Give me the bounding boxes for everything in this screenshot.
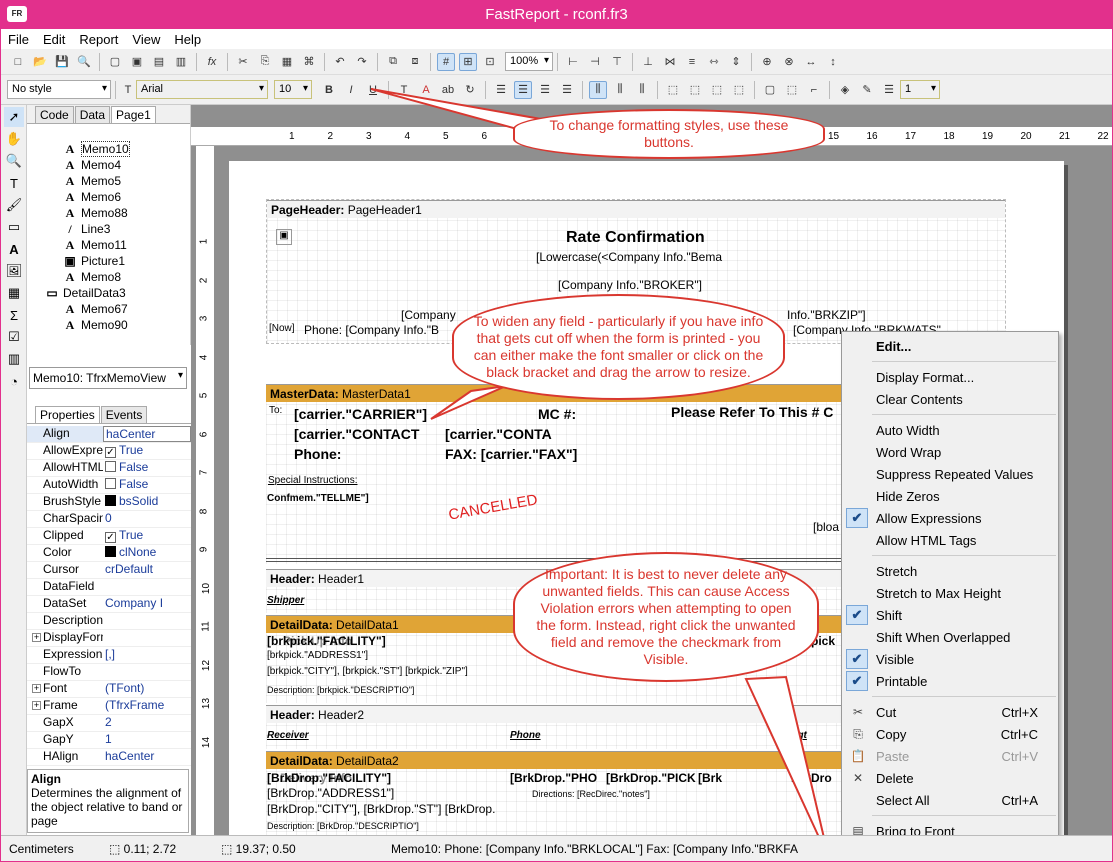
size-value: 19.37; 0.50 [235,842,296,856]
widen-callout-tail [430,385,507,420]
status-bar: Centimeters ⬚ 0.11; 2.72 ⬚ 19.37; 0.50 M… [1,835,1112,861]
widen-callout: To widen any field - particularly if you… [452,294,785,400]
important-callout-tail [744,675,830,860]
status-position: ⬚ 0.11; 2.72 [109,842,177,856]
status-size: ⬚ 19.37; 0.50 [221,842,296,856]
formatting-callout: To change formatting styles, use these b… [513,109,825,159]
status-units: Centimeters [9,842,74,856]
important-callout: Important: It is best to never delete an… [513,552,819,682]
position-value: 0.11; 2.72 [123,842,177,856]
fastreport-window: FR FastReport - rconf.fr3 File Edit Repo… [0,0,1113,862]
status-object-info: Memo10: Phone: [Company Info."BRKLOCAL"]… [391,842,798,856]
